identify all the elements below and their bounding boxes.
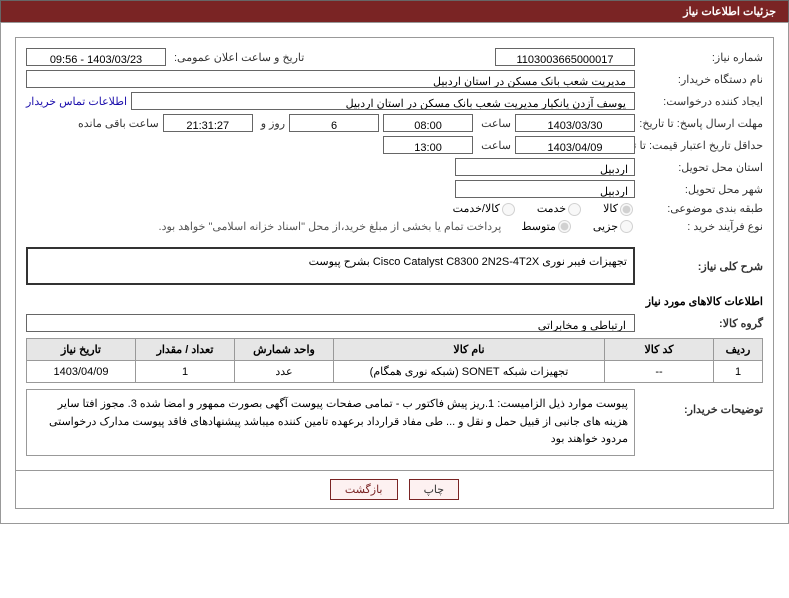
province-value: اردبیل bbox=[455, 158, 635, 176]
ptype-opt-medium[interactable]: متوسط bbox=[521, 220, 573, 234]
page-title: جزئیات اطلاعات نیاز bbox=[0, 0, 789, 22]
validity-time: 13:00 bbox=[383, 136, 473, 154]
province-label: استان محل تحویل: bbox=[639, 161, 763, 174]
deadline-resp-time: 08:00 bbox=[383, 114, 473, 132]
cat-opt-both[interactable]: کالا/خدمت bbox=[453, 202, 517, 216]
th-qty: تعداد / مقدار bbox=[136, 339, 235, 361]
cell-qty: 1 bbox=[136, 361, 235, 383]
validity-label: حداقل تاریخ اعتبار قیمت: تا تاریخ: bbox=[639, 139, 763, 152]
cell-unit: عدد bbox=[235, 361, 334, 383]
button-row: چاپ بازگشت bbox=[15, 471, 774, 509]
form-panel: شماره نیاز: 1103003665000017 تاریخ و ساع… bbox=[15, 37, 774, 471]
countdown-time: 21:31:27 bbox=[163, 114, 253, 132]
remaining-label: ساعت باقی مانده bbox=[74, 117, 159, 130]
city-value: اردبیل bbox=[455, 180, 635, 198]
explain-value: پیوست موارد ذیل الزامیست: 1.ریز پیش فاکت… bbox=[26, 389, 635, 456]
group-label: گروه کالا: bbox=[639, 317, 763, 330]
need-no-label: شماره نیاز: bbox=[639, 51, 763, 64]
ptype-opt-minor[interactable]: جزیی bbox=[593, 220, 635, 234]
cat-opt-goods[interactable]: کالا bbox=[603, 202, 635, 216]
cell-idx: 1 bbox=[714, 361, 763, 383]
th-date: تاریخ نیاز bbox=[27, 339, 136, 361]
explain-label: توضیحات خریدار: bbox=[639, 389, 763, 416]
contact-buyer-link[interactable]: اطلاعات تماس خریدار bbox=[26, 95, 127, 108]
th-unit: واحد شمارش bbox=[235, 339, 334, 361]
print-button[interactable]: چاپ bbox=[409, 479, 460, 500]
buyer-label: نام دستگاه خریدار: bbox=[639, 73, 763, 86]
deadline-resp-label: مهلت ارسال پاسخ: تا تاریخ: bbox=[639, 117, 763, 130]
and-label: روز و bbox=[257, 117, 285, 130]
overall-value: تجهیزات فیبر نوری Cisco Catalyst C8300 2… bbox=[26, 247, 635, 285]
validity-date: 1403/04/09 bbox=[515, 136, 635, 154]
need-no-value: 1103003665000017 bbox=[495, 48, 635, 66]
days-remaining: 6 bbox=[289, 114, 379, 132]
cell-date: 1403/04/09 bbox=[27, 361, 136, 383]
announce-value: 1403/03/23 - 09:56 bbox=[26, 48, 166, 66]
city-label: شهر محل تحویل: bbox=[639, 183, 763, 196]
hour-label-2: ساعت bbox=[477, 139, 511, 152]
cell-code: -- bbox=[605, 361, 714, 383]
announce-label: تاریخ و ساعت اعلان عمومی: bbox=[170, 51, 304, 64]
goods-table: ردیف کد کالا نام کالا واحد شمارش تعداد /… bbox=[26, 338, 763, 383]
ptype-note: پرداخت تمام یا بخشی از مبلغ خرید،از محل … bbox=[159, 220, 502, 233]
group-value: ارتباطی و مخابراتی bbox=[26, 314, 635, 332]
requester-value: یوسف آزدن یانکیار مدیریت شعب بانک مسکن د… bbox=[131, 92, 635, 110]
overall-label: شرح کلی نیاز: bbox=[639, 260, 763, 273]
th-name: نام کالا bbox=[334, 339, 605, 361]
th-idx: ردیف bbox=[714, 339, 763, 361]
cell-name: تجهیزات شبکه SONET (شبکه نوری همگام) bbox=[334, 361, 605, 383]
goods-section-title: اطلاعات کالاهای مورد نیاز bbox=[26, 295, 763, 308]
buyer-value: مدیریت شعب بانک مسکن در استان اردبیل bbox=[26, 70, 635, 88]
hour-label-1: ساعت bbox=[477, 117, 511, 130]
purchase-type-label: نوع فرآیند خرید : bbox=[639, 220, 763, 233]
category-label: طبقه بندی موضوعی: bbox=[639, 202, 763, 215]
deadline-resp-date: 1403/03/30 bbox=[515, 114, 635, 132]
requester-label: ایجاد کننده درخواست: bbox=[639, 95, 763, 108]
back-button[interactable]: بازگشت bbox=[330, 479, 398, 500]
th-code: کد کالا bbox=[605, 339, 714, 361]
cat-opt-service[interactable]: خدمت bbox=[537, 202, 583, 216]
table-row: 1 -- تجهیزات شبکه SONET (شبکه نوری همگام… bbox=[27, 361, 763, 383]
